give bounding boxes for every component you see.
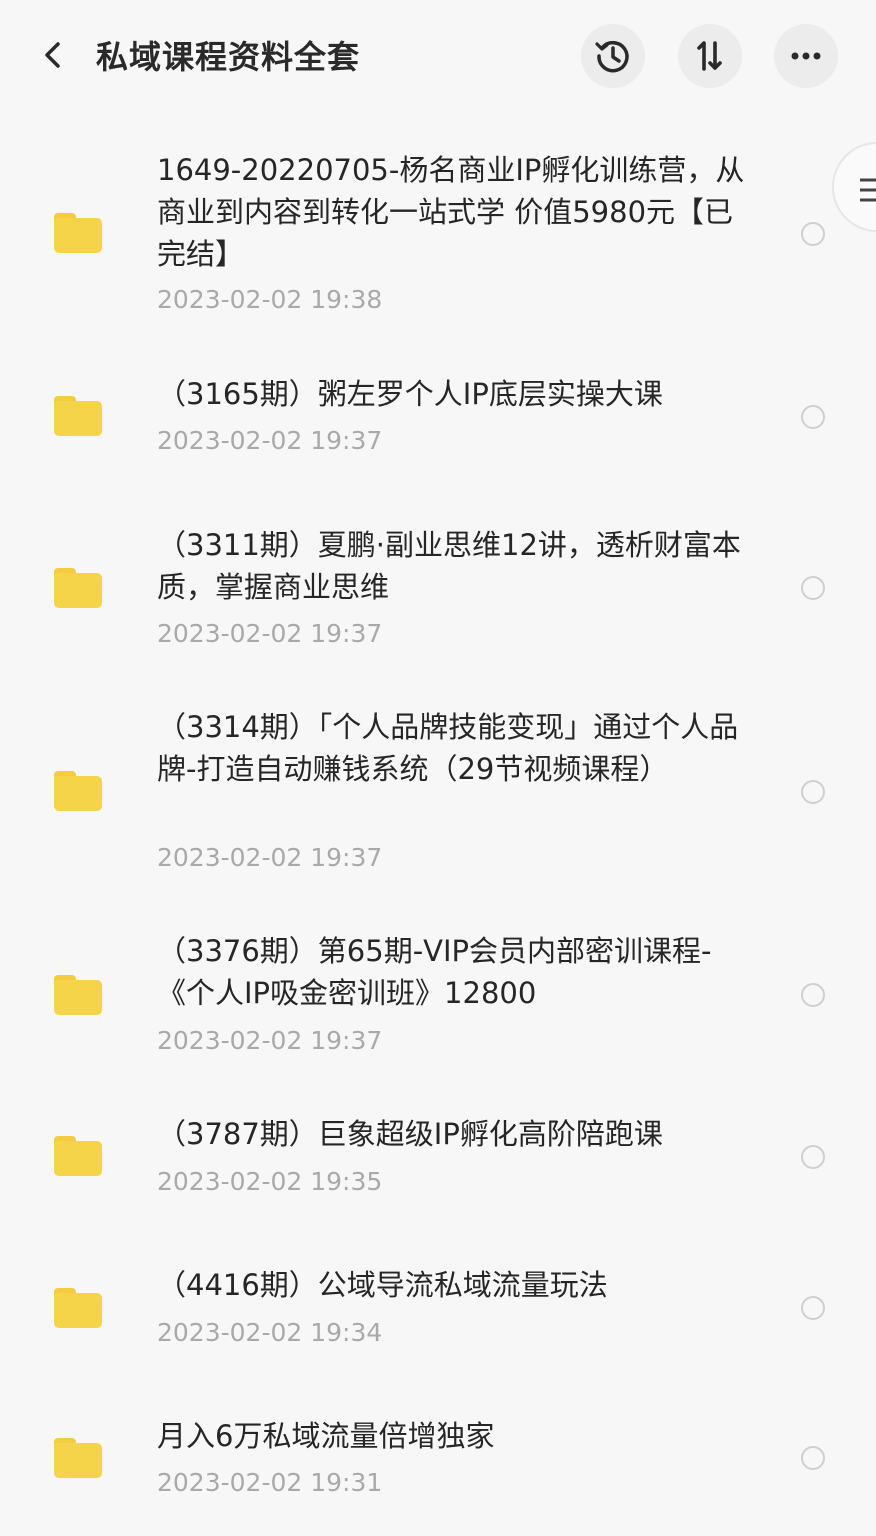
folder-icon xyxy=(54,1438,102,1478)
select-radio[interactable] xyxy=(801,405,825,429)
file-date: 2023-02-02 19:31 xyxy=(157,1468,383,1497)
select-radio[interactable] xyxy=(801,780,825,804)
file-date: 2023-02-02 19:37 xyxy=(157,843,383,872)
file-date: 2023-02-02 19:37 xyxy=(157,619,383,648)
file-name: 月入6万私域流量倍增独家 xyxy=(157,1419,495,1453)
select-radio[interactable] xyxy=(801,1296,825,1320)
select-radio[interactable] xyxy=(801,983,825,1007)
folder-icon xyxy=(54,1136,102,1176)
select-radio[interactable] xyxy=(801,1446,825,1470)
file-name: （3165期）粥左罗个人IP底层实操大课 xyxy=(157,377,663,411)
file-name: （3787期）巨象超级IP孵化高阶陪跑课 xyxy=(157,1117,663,1151)
file-name: （3376期）第65期-VIP会员内部密训课程-《个人IP吸金密训班》12800 xyxy=(157,934,712,1010)
file-date: 2023-02-02 19:35 xyxy=(157,1167,383,1196)
file-date: 2023-02-02 19:38 xyxy=(157,285,383,314)
folder-icon xyxy=(54,771,102,811)
select-radio[interactable] xyxy=(801,1145,825,1169)
file-name: 1649-20220705-杨名商业IP孵化训练营，从商业到内容到转化一站式学 … xyxy=(157,153,745,271)
folder-icon xyxy=(54,1288,102,1328)
select-radio[interactable] xyxy=(801,576,825,600)
folder-icon xyxy=(54,396,102,436)
file-date: 2023-02-02 19:34 xyxy=(157,1318,383,1347)
file-list: 1649-20220705-杨名商业IP孵化训练营，从商业到内容到转化一站式学 … xyxy=(0,0,876,1536)
folder-icon xyxy=(54,213,102,253)
file-name: （3311期）夏鹏·副业思维12讲，透析财富本质，掌握商业思维 xyxy=(157,528,741,604)
file-name: （3314期）「个人品牌技能变现」通过个人品牌-打造自动赚钱系统（29节视频课程… xyxy=(157,710,739,786)
folder-icon xyxy=(54,975,102,1015)
file-date: 2023-02-02 19:37 xyxy=(157,1026,383,1055)
file-date: 2023-02-02 19:37 xyxy=(157,426,383,455)
file-name: （4416期）公域导流私域流量玩法 xyxy=(157,1268,608,1302)
folder-icon xyxy=(54,568,102,608)
select-radio[interactable] xyxy=(801,222,825,246)
